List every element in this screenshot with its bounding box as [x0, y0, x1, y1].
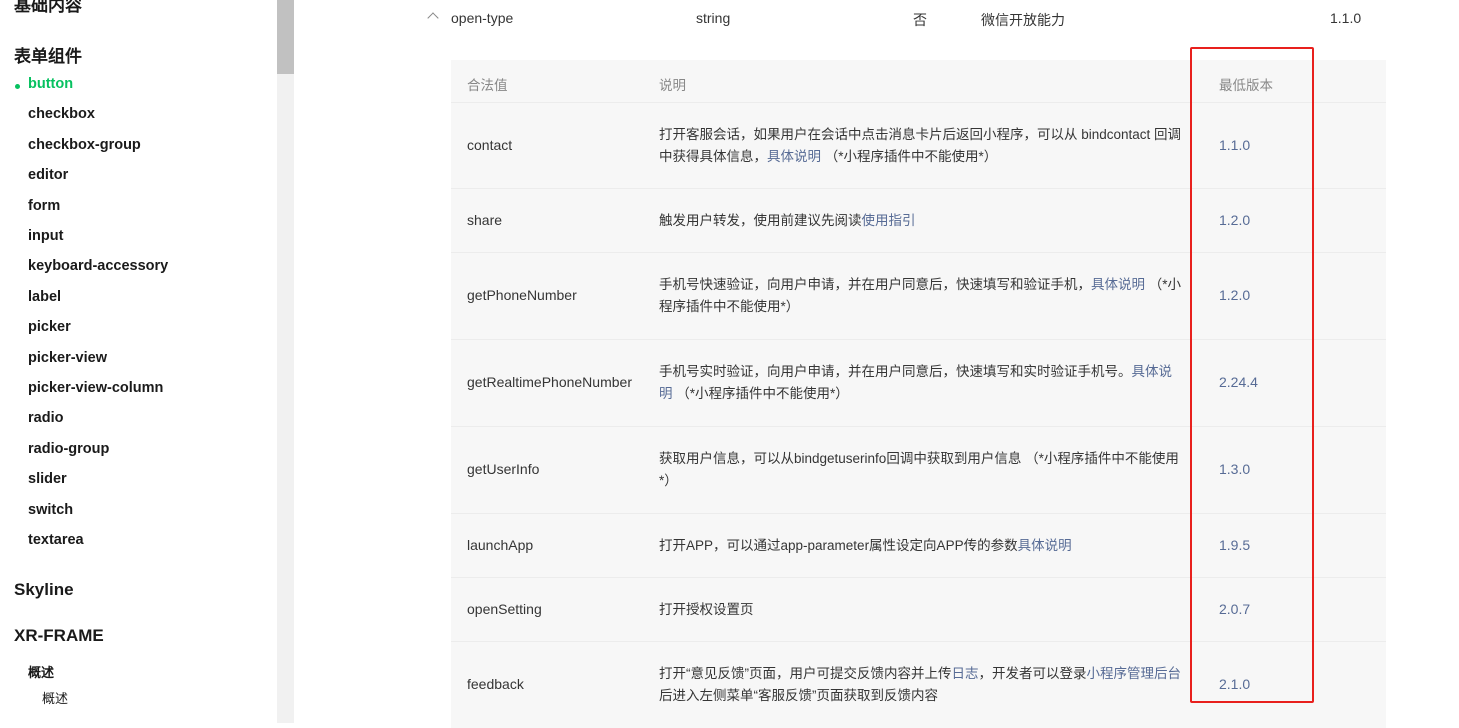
- sidebar-item-slider[interactable]: slider: [28, 471, 67, 487]
- property-description: 微信开放能力: [981, 12, 1065, 28]
- row-value: share: [467, 211, 503, 228]
- sidebar-item-form[interactable]: form: [28, 198, 60, 214]
- desc-text: ，开发者可以登录: [978, 666, 1087, 681]
- sidebar-scrollbar[interactable]: [277, 0, 294, 723]
- table-row: launchApp 打开APP，可以通过app-parameter属性设定向APP…: [451, 513, 1386, 577]
- sidebar-item-button[interactable]: button: [28, 76, 73, 92]
- desc-text: 打开授权设置页: [659, 601, 754, 617]
- row-version: 1.9.5: [1219, 536, 1251, 553]
- header-desc: 说明: [659, 78, 686, 93]
- row-description: 打开授权设置页: [659, 599, 1184, 621]
- row-value: feedback: [467, 676, 524, 692]
- row-version: 2.0.7: [1219, 600, 1251, 617]
- sidebar-heading-basic[interactable]: 基础内容: [14, 0, 82, 16]
- sidebar-heading-form[interactable]: 表单组件: [14, 42, 82, 67]
- row-value: getUserInfo: [467, 461, 540, 477]
- sidebar-item-switch[interactable]: switch: [28, 502, 73, 518]
- row-version: 1.3.0: [1219, 461, 1251, 477]
- row-version: 2.24.4: [1219, 374, 1258, 390]
- desc-text: 打开APP，可以通过app-parameter属性设定向APP传的参数: [659, 537, 1018, 553]
- row-value: launchApp: [467, 536, 534, 553]
- desc-link[interactable]: 小程序管理后台: [1087, 666, 1182, 681]
- table-row: getUserInfo 获取用户信息，可以从bindgetuserinfo回调中获…: [451, 426, 1386, 513]
- sidebar-heading-xrframe[interactable]: XR-FRAME: [14, 626, 104, 646]
- sidebar-item-checkbox[interactable]: checkbox: [28, 106, 95, 122]
- sidebar-item-radio-group[interactable]: radio-group: [28, 441, 109, 457]
- sidebar-scrollbar-thumb[interactable]: [277, 0, 294, 74]
- sidebar-subheading-overview[interactable]: 概述: [28, 662, 54, 681]
- row-description: 手机号快速验证，向用户申请，并在用户同意后，快速填写和验证手机，具体说明 （*小…: [659, 274, 1184, 318]
- row-description: 手机号实时验证，向用户申请，并在用户同意后，快速填写和实时验证手机号。具体说明 …: [659, 361, 1184, 405]
- desc-text: 触发用户转发，使用前建议先阅读: [659, 212, 862, 228]
- desc-text: （*小程序插件中不能使用*）: [821, 148, 998, 164]
- sidebar-item-input[interactable]: input: [28, 228, 63, 244]
- row-description: 打开客服会话，如果用户在会话中点击消息卡片后返回小程序，可以从 bindcont…: [659, 124, 1184, 168]
- active-indicator-dot: [15, 84, 20, 89]
- desc-text: 获取用户信息，可以从bindgetuserinfo回调中获取到用户信息 （*小程…: [659, 451, 1179, 488]
- row-description: 打开“意见反馈”页面，用户可提交反馈内容并上传日志，开发者可以登录小程序管理后台…: [659, 663, 1184, 707]
- open-type-values-table: 合法值 说明 最低版本 contact 打开客服会话，如果用户在会话中点击消息卡片…: [451, 60, 1386, 728]
- main-content: open-type string 否 微信开放能力 1.1.0 合法值 说明 最…: [294, 0, 1459, 728]
- table-row: getPhoneNumber 手机号快速验证，向用户申请，并在用户同意后，快速填写…: [451, 252, 1386, 339]
- row-description: 获取用户信息，可以从bindgetuserinfo回调中获取到用户信息 （*小程…: [659, 448, 1184, 492]
- row-value: openSetting: [467, 600, 542, 617]
- sidebar-item-picker[interactable]: picker: [28, 319, 71, 335]
- table-row: share 触发用户转发，使用前建议先阅读使用指引 1.2.0: [451, 188, 1386, 252]
- table-row: contact 打开客服会话，如果用户在会话中点击消息卡片后返回小程序，可以从 b…: [451, 102, 1386, 188]
- header-value: 合法值: [467, 78, 508, 93]
- desc-text: 打开“意见反馈”页面，用户可提交反馈内容并上传: [659, 666, 952, 681]
- sidebar-item-editor[interactable]: editor: [28, 167, 68, 183]
- row-value: getRealtimePhoneNumber: [467, 374, 632, 390]
- property-version: 1.1.0: [1330, 10, 1362, 26]
- desc-link[interactable]: 使用指引: [862, 213, 916, 228]
- table-row: getRealtimePhoneNumber 手机号实时验证，向用户申请，并在用户…: [451, 339, 1386, 426]
- row-version: 1.2.0: [1219, 211, 1251, 228]
- desc-text: 后进入左侧菜单“客服反馈”页面获取到反馈内容: [659, 688, 938, 703]
- table-header: 合法值 说明 最低版本: [451, 60, 1386, 102]
- property-type: string: [696, 10, 731, 26]
- sidebar-item-radio[interactable]: radio: [28, 410, 63, 426]
- row-version: 1.1.0: [1219, 136, 1251, 153]
- row-version: 2.1.0: [1219, 676, 1251, 692]
- property-name: open-type: [451, 10, 514, 26]
- table-row: openSetting 打开授权设置页 2.0.7: [451, 577, 1386, 641]
- property-required: 否: [913, 12, 927, 28]
- sidebar-item-textarea[interactable]: textarea: [28, 532, 84, 548]
- sidebar-item-keyboard-accessory[interactable]: keyboard-accessory: [28, 258, 168, 274]
- desc-text: 手机号快速验证，向用户申请，并在用户同意后，快速填写和验证手机，: [659, 277, 1091, 292]
- desc-text: （*小程序插件中不能使用*）: [672, 386, 849, 401]
- chevron-up-icon[interactable]: [427, 12, 439, 24]
- row-description: 打开APP，可以通过app-parameter属性设定向APP传的参数具体说明: [659, 535, 1184, 557]
- sidebar-item-picker-view-column[interactable]: picker-view-column: [28, 380, 163, 396]
- row-version: 1.2.0: [1219, 287, 1251, 303]
- row-value: getPhoneNumber: [467, 287, 577, 303]
- sidebar-item-checkbox-group[interactable]: checkbox-group: [28, 137, 141, 153]
- row-value: contact: [467, 136, 513, 153]
- desc-link[interactable]: 具体说明: [1018, 538, 1072, 553]
- table-row: feedback 打开“意见反馈”页面，用户可提交反馈内容并上传日志，开发者可以登…: [451, 641, 1386, 728]
- sidebar-item-label[interactable]: label: [28, 289, 61, 305]
- sidebar-subitem-overview[interactable]: 概述: [42, 688, 68, 707]
- sidebar-item-picker-view[interactable]: picker-view: [28, 350, 107, 366]
- desc-link[interactable]: 具体说明: [1091, 277, 1145, 292]
- row-description: 触发用户转发，使用前建议先阅读使用指引: [659, 210, 1184, 232]
- header-version: 最低版本: [1219, 78, 1273, 93]
- sidebar-heading-skyline[interactable]: Skyline: [14, 580, 74, 600]
- desc-link[interactable]: 具体说明: [767, 149, 821, 164]
- desc-link[interactable]: 日志: [952, 666, 979, 681]
- sidebar: 基础内容 表单组件 button checkbox checkbox-group ed…: [0, 0, 277, 723]
- desc-text: 手机号实时验证，向用户申请，并在用户同意后，快速填写和实时验证手机号。: [659, 364, 1132, 379]
- property-row-open-type: open-type string 否 微信开放能力 1.1.0: [294, 0, 1459, 40]
